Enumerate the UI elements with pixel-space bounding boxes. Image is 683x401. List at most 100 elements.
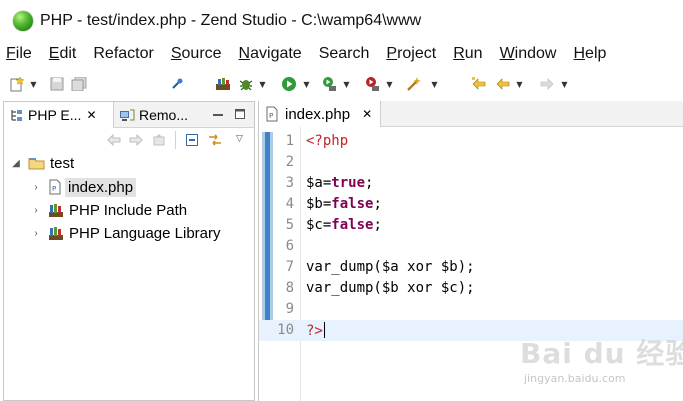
menu-mnemonic: F bbox=[6, 45, 16, 62]
zend-studio-logo-icon bbox=[13, 11, 33, 31]
code-line[interactable]: 3 $a=true; bbox=[259, 173, 683, 194]
forward-arrow-icon[interactable] bbox=[129, 133, 143, 151]
code-text: $c=false; bbox=[306, 217, 382, 233]
php-explorer-panel: PHP E... ✕ Remo... ▽ ◢ test › P index.ph… bbox=[3, 101, 255, 401]
code-text: var_dump($b xor $c); bbox=[306, 280, 475, 296]
menu-mnemonic: W bbox=[499, 45, 515, 62]
php-tools-icon[interactable] bbox=[214, 76, 232, 92]
forward-icon[interactable] bbox=[538, 76, 556, 92]
menu-label: Search bbox=[318, 45, 370, 62]
tree-item-file[interactable]: › P index.php bbox=[30, 176, 137, 198]
code-token: false bbox=[331, 217, 374, 233]
external-tools-icon[interactable] bbox=[363, 76, 381, 92]
code-line[interactable]: 2 bbox=[259, 152, 683, 173]
code-token: <?php bbox=[306, 133, 349, 149]
new-dropdown-caret-icon[interactable]: ▼ bbox=[29, 76, 38, 92]
tab-remote-systems[interactable]: Remo... bbox=[115, 102, 200, 128]
up-icon[interactable] bbox=[152, 133, 166, 151]
menu-edit[interactable]: Edit bbox=[49, 45, 77, 63]
back-arrow-icon[interactable] bbox=[107, 133, 121, 151]
menu-help[interactable]: Help bbox=[573, 45, 606, 63]
project-name: test bbox=[50, 154, 75, 172]
forward-dropdown-caret-icon[interactable]: ▼ bbox=[560, 76, 569, 92]
menu-run[interactable]: Run bbox=[453, 45, 482, 63]
wand-dropdown-caret-icon[interactable]: ▼ bbox=[430, 76, 439, 92]
collapse-all-icon[interactable] bbox=[185, 133, 199, 151]
external-tools-dropdown-caret-icon[interactable]: ▼ bbox=[385, 76, 394, 92]
tree-item-include-path[interactable]: › PHP Include Path bbox=[30, 199, 187, 221]
wand-icon[interactable] bbox=[405, 76, 423, 92]
run-icon[interactable] bbox=[280, 76, 298, 92]
code-line[interactable]: 5 $c=false; bbox=[259, 215, 683, 236]
menu-label: avigate bbox=[250, 45, 302, 62]
collapsed-chevron-icon[interactable]: › bbox=[30, 182, 42, 193]
menu-label: elp bbox=[585, 45, 607, 62]
collapsed-chevron-icon[interactable]: › bbox=[30, 228, 42, 239]
new-file-icon[interactable] bbox=[8, 76, 26, 92]
left-panel-tab-bar: PHP E... ✕ Remo... bbox=[4, 102, 254, 128]
menu-file[interactable]: File bbox=[6, 45, 32, 63]
debug-icon[interactable] bbox=[237, 76, 255, 92]
pin-icon[interactable] bbox=[168, 76, 186, 92]
back-icon[interactable] bbox=[494, 76, 512, 92]
menu-search[interactable]: Search bbox=[319, 45, 370, 63]
menu-window[interactable]: Window bbox=[500, 45, 557, 63]
line-number: 2 bbox=[285, 154, 294, 170]
code-token: $a= bbox=[306, 175, 332, 191]
code-line[interactable]: 6 bbox=[259, 236, 683, 257]
last-edit-location-icon[interactable] bbox=[470, 76, 488, 92]
menu-mnemonic: E bbox=[48, 45, 60, 62]
title-bar: PHP - test/index.php - Zend Studio - C:\… bbox=[0, 0, 683, 40]
run-dropdown-caret-icon[interactable]: ▼ bbox=[302, 76, 311, 92]
code-line[interactable]: 7 var_dump($a xor $b); bbox=[259, 257, 683, 278]
save-all-icon[interactable] bbox=[70, 76, 88, 92]
toolbar-separator bbox=[175, 131, 176, 149]
code-line[interactable]: 9 bbox=[259, 299, 683, 320]
back-dropdown-caret-icon[interactable]: ▼ bbox=[515, 76, 524, 92]
tree-item-project[interactable]: ◢ test bbox=[10, 152, 74, 174]
tab-php-explorer-label: PHP E... bbox=[28, 107, 82, 123]
collapsed-chevron-icon[interactable]: › bbox=[30, 205, 42, 216]
expanded-chevron-icon[interactable]: ◢ bbox=[10, 158, 22, 169]
line-number: 7 bbox=[285, 259, 294, 275]
tab-index-php[interactable]: P index.php ✕ bbox=[259, 101, 381, 127]
minimize-icon[interactable] bbox=[212, 107, 224, 121]
menu-project[interactable]: Project bbox=[386, 45, 436, 63]
code-token: var_dump($b xor $c); bbox=[306, 280, 475, 296]
tab-php-explorer[interactable]: PHP E... ✕ bbox=[4, 102, 114, 128]
save-icon[interactable] bbox=[48, 76, 66, 92]
maximize-icon[interactable] bbox=[234, 107, 246, 121]
editor-text-area[interactable]: 1 <?php 2 3 $a=true; 4 $b=false; 5 $c=false; 6 7 va… bbox=[259, 127, 683, 401]
debug-dropdown-caret-icon[interactable]: ▼ bbox=[258, 76, 267, 92]
line-number: 6 bbox=[285, 238, 294, 254]
svg-text:P: P bbox=[52, 185, 56, 193]
line-number: 9 bbox=[285, 301, 294, 317]
code-line[interactable]: 10 ?> bbox=[259, 320, 683, 341]
code-line[interactable]: 4 $b=false; bbox=[259, 194, 683, 215]
line-number: 8 bbox=[285, 280, 294, 296]
tree-item-language-library[interactable]: › PHP Language Library bbox=[30, 222, 220, 244]
code-token: var_dump($a xor $b); bbox=[306, 259, 475, 275]
link-with-editor-icon[interactable] bbox=[207, 133, 223, 151]
menu-source[interactable]: Source bbox=[171, 45, 222, 63]
menu-refactor[interactable]: Refactor bbox=[93, 45, 153, 63]
close-icon[interactable]: ✕ bbox=[86, 108, 96, 122]
php-file-icon: P bbox=[49, 179, 61, 195]
menu-mnemonic: P bbox=[386, 45, 398, 62]
php-explorer-icon bbox=[11, 110, 22, 121]
run-config-dropdown-caret-icon[interactable]: ▼ bbox=[342, 76, 351, 92]
run-configurations-icon[interactable] bbox=[320, 76, 338, 92]
code-line[interactable]: 1 <?php bbox=[259, 131, 683, 152]
menu-navigate[interactable]: Navigate bbox=[239, 45, 302, 63]
code-editor: P index.php ✕ 1 <?php 2 3 $a=true; 4 $b=false;… bbox=[258, 101, 683, 401]
file-name: index.php bbox=[65, 177, 137, 197]
code-text: $b=false; bbox=[306, 196, 382, 212]
line-number: 1 bbox=[285, 133, 294, 149]
view-menu-icon[interactable]: ▽ bbox=[236, 134, 243, 144]
library-icon bbox=[49, 204, 63, 217]
close-icon[interactable]: ✕ bbox=[362, 107, 372, 121]
menu-label: Refactor bbox=[93, 45, 154, 62]
menu-mnemonic: N bbox=[238, 45, 251, 62]
code-line[interactable]: 8 var_dump($b xor $c); bbox=[259, 278, 683, 299]
code-token: ; bbox=[373, 196, 382, 212]
